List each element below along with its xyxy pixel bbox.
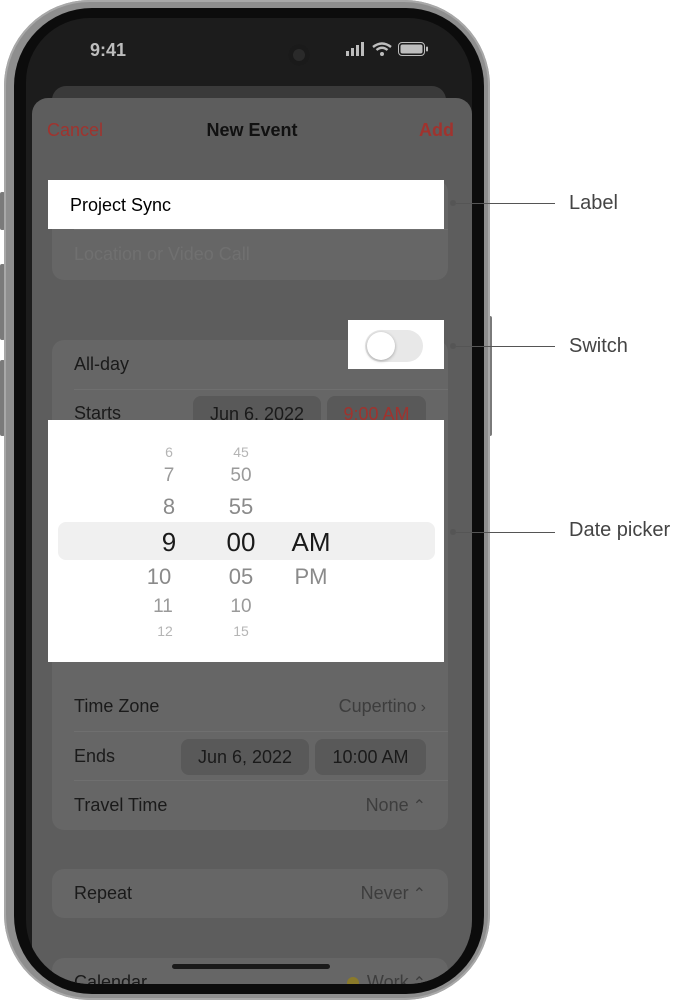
home-indicator [172,964,330,969]
calendar-value-text: Work [366,972,409,984]
status-icons [346,42,428,56]
end-date-button[interactable]: Jun 6, 2022 [181,739,309,775]
calendar-label: Calendar [74,972,148,984]
picker-minute[interactable]: 10 [221,596,261,618]
timezone-value-text: Cupertino [338,696,417,716]
annotation-line [456,532,555,533]
annotation-date-picker: Date picker [569,519,671,541]
picker-hour[interactable]: 11 [143,596,183,618]
picker-period-selected[interactable]: AM [286,527,336,558]
picker-minute[interactable]: 05 [221,564,261,590]
picker-hour[interactable]: 12 [145,623,185,639]
annotation-label: Label [569,192,618,214]
location-field-row[interactable]: Location or Video Call [52,230,448,279]
picker-minute[interactable]: 15 [221,623,261,639]
allday-switch[interactable] [365,330,423,362]
annotation-switch: Switch [569,335,628,357]
page-title: New Event [206,120,298,140]
wifi-icon [372,42,392,56]
annotation-line [456,203,555,204]
repeat-group: Repeat Never ⌃ [52,869,448,918]
signal-icon [346,42,364,56]
chevron-right-icon: › [420,699,426,716]
repeat-value-text: Never [360,883,409,903]
title-field-text: Project Sync [70,195,172,215]
repeat-value: Never ⌃ [361,883,426,904]
picker-hour[interactable]: 7 [149,465,189,487]
switch-knob [367,332,395,360]
allday-switch-highlight [348,320,444,369]
repeat-row[interactable]: Repeat Never ⌃ [52,869,448,918]
picker-minute[interactable]: 55 [221,494,261,520]
picker-hour[interactable]: 10 [139,564,179,590]
calendar-row[interactable]: Calendar Work ⌃ [52,958,448,984]
picker-minute[interactable]: 45 [221,444,261,460]
annotation-line [456,346,555,347]
picker-period[interactable]: PM [286,564,336,590]
ends-label: Ends [74,746,116,766]
travel-time-value: None ⌃ [366,795,426,816]
picker-hour[interactable]: 8 [149,494,189,520]
front-camera [288,44,310,66]
timezone-row[interactable]: Time Zone Cupertino › [52,682,448,731]
travel-time-row[interactable]: Travel Time None ⌃ [52,781,448,830]
end-time-button[interactable]: 10:00 AM [315,739,426,775]
timezone-label: Time Zone [74,696,160,716]
location-field[interactable]: Location or Video Call [74,244,250,265]
repeat-label: Repeat [74,883,133,903]
title-field[interactable]: Project Sync [48,180,444,229]
picker-hour-selected[interactable]: 9 [149,527,189,558]
ends-row: Ends Jun 6, 2022 10:00 AM [52,732,448,781]
battery-icon [398,42,428,56]
timezone-value: Cupertino › [339,696,426,717]
picker-minute-selected[interactable]: 00 [216,527,266,558]
time-picker[interactable]: 6 7 8 9 10 11 12 45 50 55 00 05 10 15 AM… [48,420,444,662]
calendar-color-dot [346,977,359,984]
allday-label: All-day [74,354,130,374]
calendar-value: Work ⌃ [346,972,426,984]
picker-hour[interactable]: 6 [149,444,189,460]
picker-minute[interactable]: 50 [221,465,261,487]
chevron-updown-icon: ⌃ [412,886,426,903]
add-button[interactable]: Add [419,120,454,141]
chevron-updown-icon: ⌃ [412,798,426,815]
travel-time-value-text: None [365,795,409,815]
chevron-updown-icon: ⌃ [412,975,426,984]
calendar-group: Calendar Work ⌃ [52,958,448,984]
status-time: 9:41 [90,40,127,60]
travel-time-label: Travel Time [74,795,168,815]
